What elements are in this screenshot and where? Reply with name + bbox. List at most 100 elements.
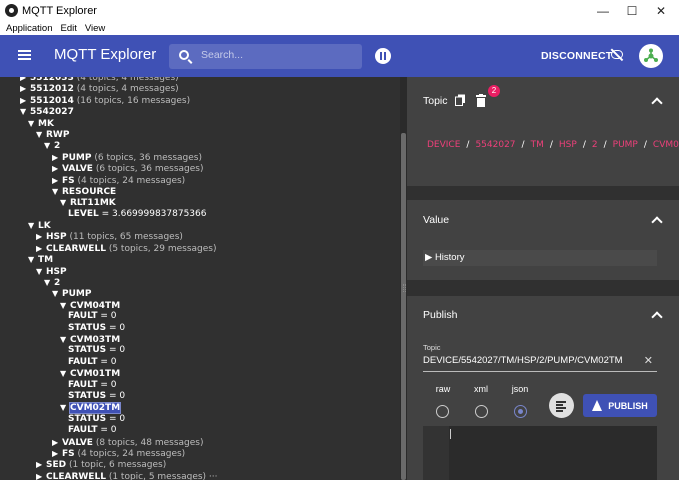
tree-node[interactable]: ▼ HSP	[0, 266, 400, 277]
payload-editor[interactable]	[423, 426, 657, 480]
breadcrumb-item[interactable]: HSP	[559, 140, 577, 150]
tree-node[interactable]: ▶ CLEARWELL (1 topic, 5 messages) ···	[0, 471, 400, 480]
expand-less-icon[interactable]: ▼	[52, 186, 62, 197]
breadcrumb-item[interactable]: TM	[531, 140, 544, 150]
menu-application[interactable]: Application	[6, 23, 52, 34]
tree-node[interactable]: ▼ PUMP	[0, 288, 400, 299]
tree-node[interactable]: ▼ RLT11MK	[0, 197, 400, 208]
breadcrumb-item[interactable]: 5542027	[475, 140, 515, 150]
expand-less-icon[interactable]: ▼	[60, 334, 70, 345]
scrollbar-thumb[interactable]	[401, 133, 406, 480]
tree-node[interactable]: ▶ HSP (11 topics, 65 messages)	[0, 231, 400, 242]
expand-less-icon[interactable]: ▼	[60, 300, 70, 311]
tree-node[interactable]: FAULT = 0	[0, 380, 400, 391]
tree-node[interactable]: LEVEL = 3.669999837875366	[0, 209, 400, 220]
breadcrumb-item[interactable]: PUMP	[613, 140, 638, 150]
tree-node[interactable]: STATUS = 0	[0, 345, 400, 356]
tree-node-value: = 0	[109, 322, 126, 333]
tree-node[interactable]: ▶ 5512012 (4 topics, 4 messages)	[0, 83, 400, 94]
breadcrumb-item[interactable]: 2	[592, 140, 598, 150]
tree-node[interactable]: ▶ SED (1 topic, 6 messages)	[0, 459, 400, 470]
tree-node[interactable]: ▼ 2	[0, 277, 400, 288]
tree-node[interactable]: ▼ RWP	[0, 129, 400, 140]
chevron-up-icon[interactable]	[651, 97, 663, 109]
expand-more-icon[interactable]: ▶	[52, 163, 62, 174]
expand-more-icon[interactable]: ▶	[36, 459, 46, 470]
expand-more-icon[interactable]: ▶	[52, 152, 62, 163]
tree-node[interactable]: ▶ PUMP (6 topics, 36 messages)	[0, 152, 400, 163]
disconnect-button[interactable]: DISCONNECT	[541, 50, 612, 62]
tree-node[interactable]: ▼ 5542027	[0, 106, 400, 117]
expand-less-icon[interactable]: ▼	[28, 254, 38, 265]
tree-node[interactable]: ▼ TM	[0, 254, 400, 265]
tree-node[interactable]: STATUS = 0	[0, 414, 400, 425]
expand-less-icon[interactable]: ▼	[44, 140, 54, 151]
tree-node[interactable]: ▼ CVM04TM	[0, 300, 400, 311]
menu-edit[interactable]: Edit	[60, 23, 76, 34]
tree-node[interactable]: ▶ FS (4 topics, 24 messages)	[0, 448, 400, 459]
expand-less-icon[interactable]: ▼	[52, 288, 62, 299]
tree-node[interactable]: STATUS = 0	[0, 323, 400, 334]
delete-icon[interactable]	[476, 94, 486, 107]
format-json-radio[interactable]	[514, 405, 527, 418]
history-toggle[interactable]: ▶ History	[423, 250, 657, 266]
expand-less-icon[interactable]: ▼	[60, 197, 70, 208]
close-button[interactable]: ✕	[646, 0, 676, 21]
clear-topic-icon[interactable]: ✕	[644, 352, 653, 370]
pause-icon[interactable]	[375, 48, 391, 64]
breadcrumb-item[interactable]: DEVICE	[427, 140, 460, 150]
expand-less-icon[interactable]: ▼	[28, 220, 38, 231]
tree-node[interactable]: ▼ CVM02TM	[0, 402, 400, 415]
avatar[interactable]	[639, 44, 663, 68]
publish-topic-input[interactable]: DEVICE/5542027/TM/HSP/2/PUMP/CVM02TM ✕	[423, 352, 657, 372]
format-xml-radio[interactable]	[475, 405, 488, 418]
tree-node[interactable]: ▼ RESOURCE	[0, 186, 400, 197]
expand-more-icon[interactable]: ▶	[36, 231, 46, 242]
search-input[interactable]	[201, 49, 351, 61]
tree-node[interactable]: FAULT = 0	[0, 425, 400, 436]
expand-more-icon[interactable]: ▶	[20, 83, 30, 94]
tree-node[interactable]: ▼ LK	[0, 220, 400, 231]
expand-less-icon[interactable]: ▼	[36, 129, 46, 140]
copy-icon[interactable]	[455, 94, 466, 106]
tree-node[interactable]: FAULT = 0	[0, 357, 400, 368]
search-box[interactable]	[169, 44, 362, 69]
tree-node[interactable]: ▼ MK	[0, 118, 400, 129]
tree-node[interactable]: FAULT = 0	[0, 311, 400, 322]
tree-node[interactable]: ▼ CVM01TM	[0, 368, 400, 379]
expand-more-icon[interactable]: ▶	[52, 437, 62, 448]
expand-more-icon[interactable]: ▶	[20, 95, 30, 106]
tree-node[interactable]: ▶ VALVE (8 topics, 48 messages)	[0, 437, 400, 448]
expand-more-icon[interactable]: ▶	[36, 243, 46, 254]
tree-node[interactable]: ▶ VALVE (6 topics, 36 messages)	[0, 163, 400, 174]
menu-icon[interactable]	[18, 50, 31, 60]
expand-less-icon[interactable]: ▼	[44, 277, 54, 288]
tree-node[interactable]: ▼ CVM03TM	[0, 334, 400, 345]
tree-node[interactable]: ▼ 2	[0, 140, 400, 151]
tree-node[interactable]: ▶ FS (4 topics, 24 messages)	[0, 175, 400, 186]
expand-more-icon[interactable]: ▶	[36, 471, 46, 480]
publish-button[interactable]: PUBLISH	[583, 394, 657, 417]
menu-view[interactable]: View	[85, 23, 105, 34]
search-icon	[179, 50, 189, 60]
expand-less-icon[interactable]: ▼	[36, 266, 46, 277]
chevron-up-icon[interactable]	[651, 311, 663, 323]
tree-node[interactable]: STATUS = 0	[0, 391, 400, 402]
minimize-button[interactable]: —	[588, 0, 618, 21]
expand-less-icon[interactable]: ▼	[60, 402, 70, 413]
resize-handle[interactable]	[403, 284, 406, 292]
format-raw-radio[interactable]	[436, 405, 449, 418]
maximize-button[interactable]: ☐	[617, 0, 647, 21]
tree-node[interactable]: ▶ 5512014 (16 topics, 16 messages)	[0, 95, 400, 106]
expand-more-icon[interactable]: ▶	[52, 448, 62, 459]
breadcrumb-item[interactable]: CVM02TM	[653, 140, 679, 150]
expand-more-icon[interactable]: ▶	[52, 175, 62, 186]
format-json-button[interactable]	[549, 393, 574, 418]
tree-scrollbar[interactable]	[400, 77, 407, 480]
expand-less-icon[interactable]: ▼	[28, 118, 38, 129]
expand-less-icon[interactable]: ▼	[60, 368, 70, 379]
expand-less-icon[interactable]: ▼	[20, 106, 30, 117]
tree-node[interactable]: ▶ CLEARWELL (5 topics, 29 messages)	[0, 243, 400, 254]
chevron-up-icon[interactable]	[651, 216, 663, 228]
cloud-off-icon[interactable]	[611, 50, 623, 59]
